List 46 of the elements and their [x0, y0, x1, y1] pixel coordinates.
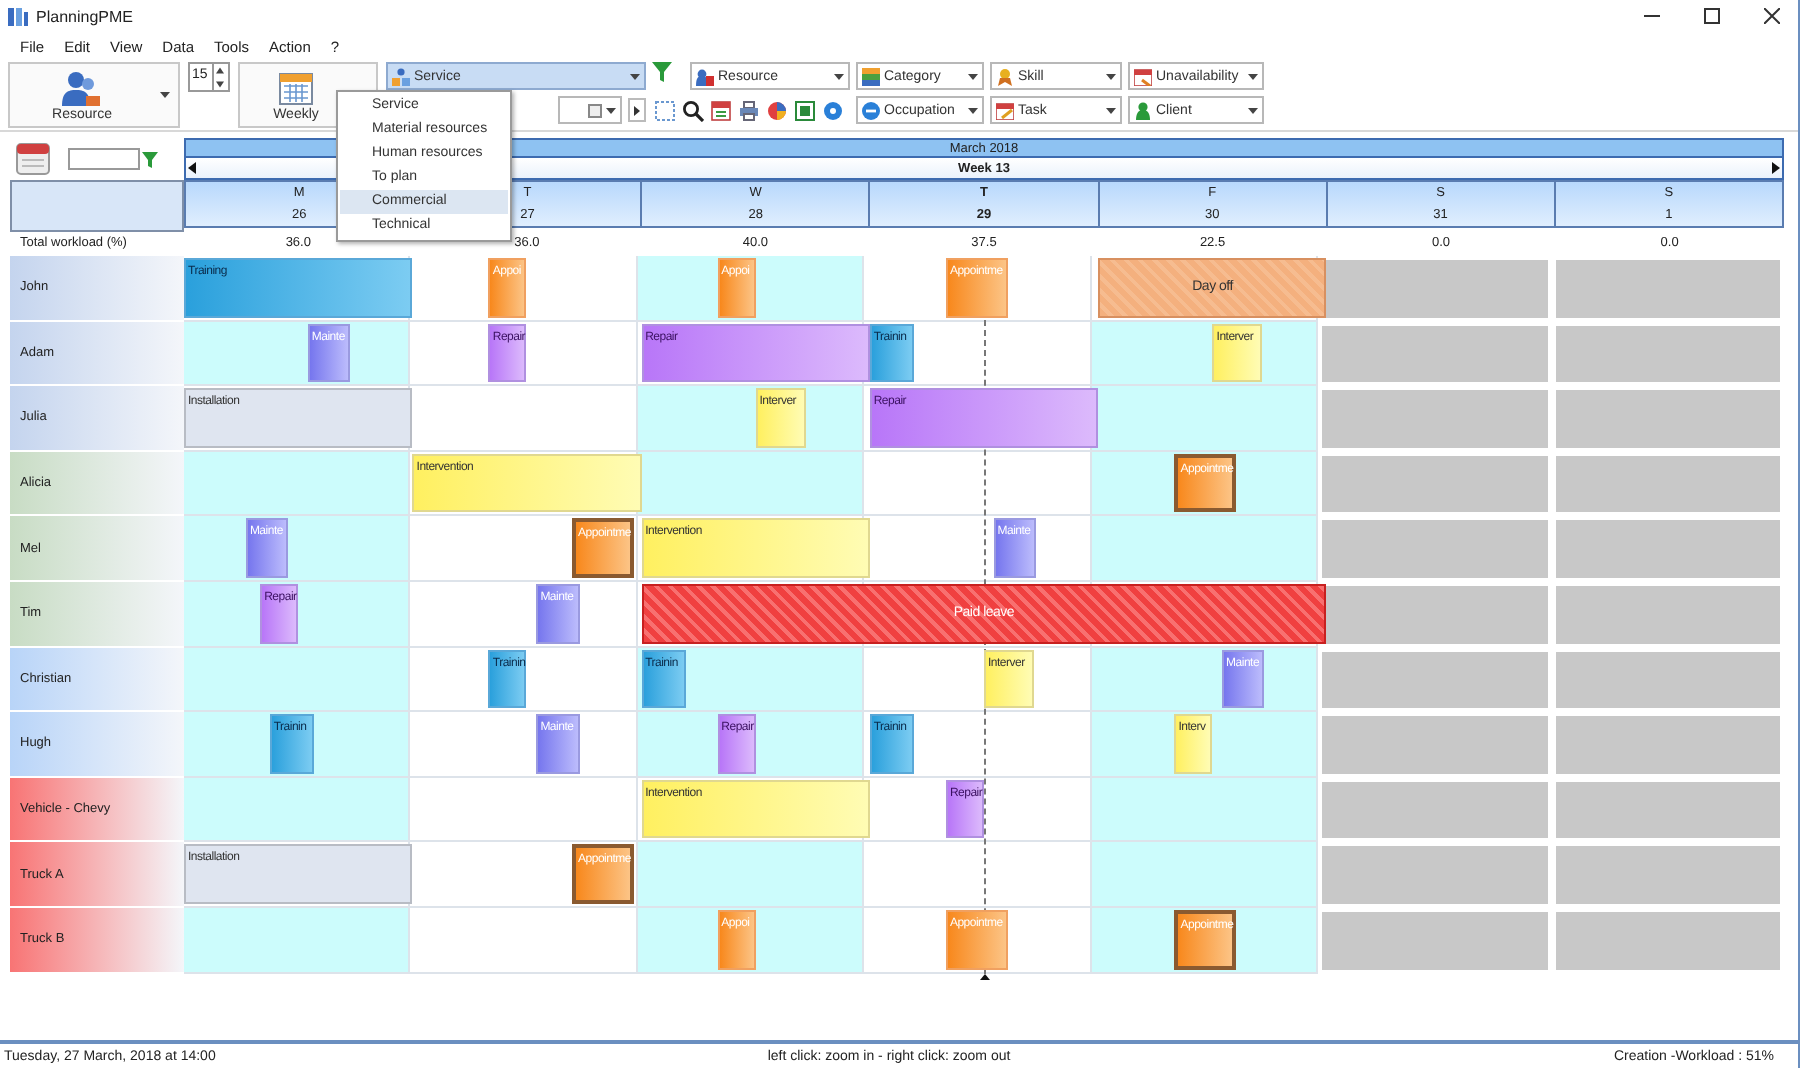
search-icon: [681, 99, 703, 121]
list-icon: [588, 103, 602, 117]
calendar-icon: [709, 99, 731, 121]
calendar-button[interactable]: [708, 98, 732, 122]
stripes-icon: [862, 67, 880, 85]
caret-icon: [1248, 107, 1258, 113]
caret-icon: [630, 73, 640, 79]
caret-icon: [968, 73, 978, 79]
spreadsheet-icon: [793, 99, 815, 121]
person-icon: [1134, 101, 1152, 119]
circle-icon: [862, 101, 880, 119]
next-week-icon[interactable]: [1772, 162, 1780, 174]
filter-icon[interactable]: [142, 151, 158, 167]
person-icon: [696, 67, 714, 85]
filter-icon[interactable]: [652, 62, 672, 82]
next-button[interactable]: [628, 98, 646, 122]
pie-chart-button[interactable]: [764, 98, 788, 122]
previous-week-icon[interactable]: [188, 162, 196, 174]
calendar-icon[interactable]: [16, 142, 50, 176]
app-icon: [8, 6, 28, 26]
close-icon: [1764, 8, 1780, 24]
printer-button[interactable]: [736, 98, 760, 122]
people-icon: [62, 70, 102, 106]
window-title: PlanningPME: [36, 7, 133, 25]
calendar-icon: [1134, 67, 1152, 85]
caret-icon: [160, 92, 170, 98]
calendar-icon: [996, 101, 1014, 119]
pie-chart-icon: [765, 99, 787, 121]
selection-icon: [653, 99, 675, 121]
calendar-icon: [278, 70, 314, 106]
caret-icon: [968, 107, 978, 113]
play-icon: [634, 105, 640, 115]
date-field[interactable]: [68, 148, 140, 170]
caret-icon: [606, 107, 616, 113]
help-button[interactable]: [820, 98, 844, 122]
spreadsheet-button[interactable]: [792, 98, 816, 122]
medal-icon: [996, 67, 1014, 85]
caret-icon: [1248, 73, 1258, 79]
service-icon: [392, 67, 410, 85]
caret-icon: [1106, 107, 1116, 113]
maximize-icon: [1704, 8, 1720, 24]
search-button[interactable]: [680, 98, 704, 122]
caret-icon: [1106, 73, 1116, 79]
printer-icon: [737, 99, 759, 121]
caret-icon: [834, 73, 844, 79]
help-icon: [821, 99, 843, 121]
